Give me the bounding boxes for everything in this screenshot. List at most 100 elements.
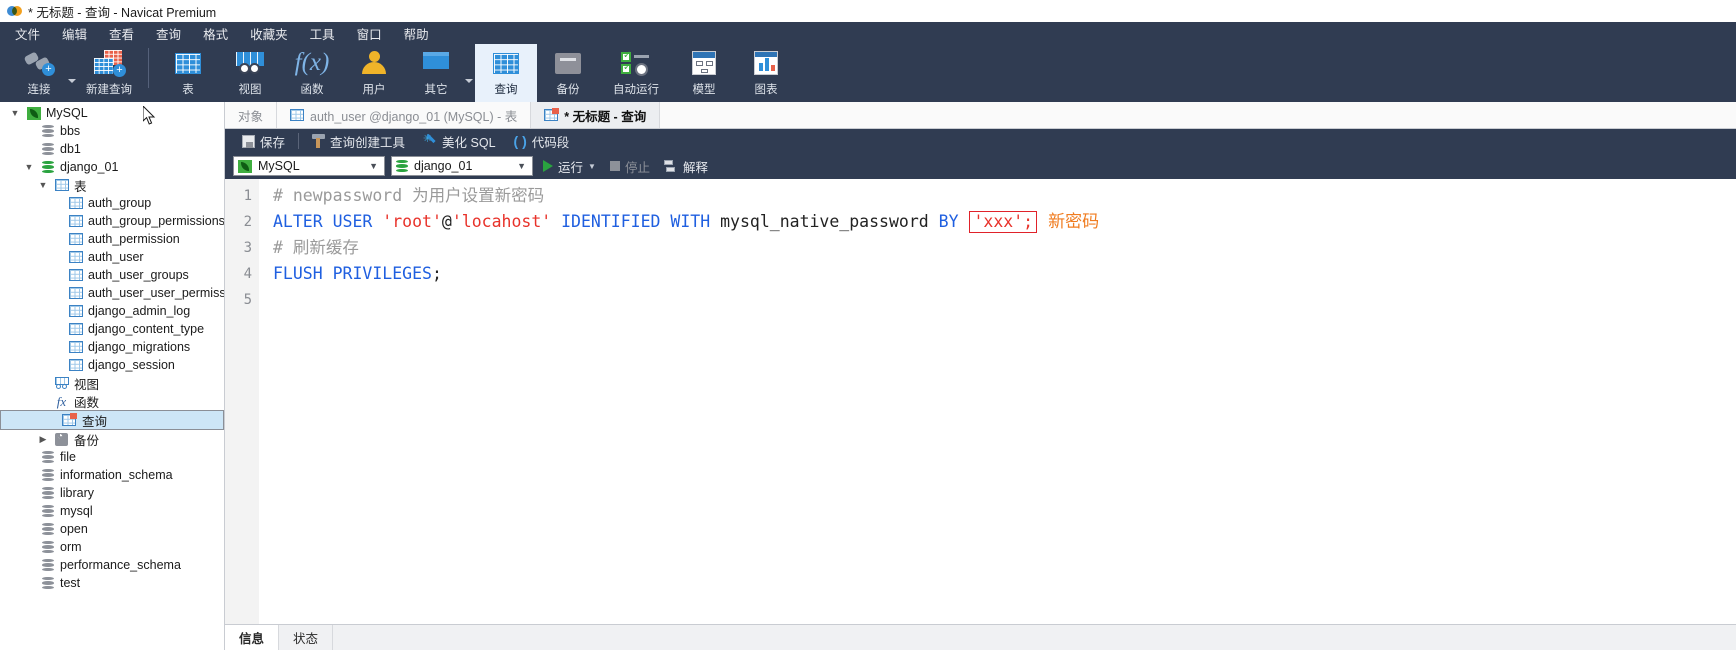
connection-tree-sidebar[interactable]: ▼ MySQL bbs db1 ▼ django_01 ▼ 表 auth_group auth_g… [0,102,225,650]
save-button[interactable]: 保存 [233,129,294,153]
tree-item-mysql[interactable]: ▼ MySQL [0,104,224,122]
toolbar-button-other[interactable]: 其它 [405,44,467,102]
tree-item-label: db1 [60,142,81,156]
tree-item-django_admin_log[interactable]: django_admin_log [0,302,224,320]
toolbar-button-connection[interactable]: + 连接 [8,44,70,102]
tree-item-auth_permission[interactable]: auth_permission [0,230,224,248]
menu-item-favorites[interactable]: 收藏夹 [239,22,299,45]
menu-item-edit[interactable]: 编辑 [51,22,98,45]
menu-item-view[interactable]: 查看 [98,22,145,45]
tab-untitled-query[interactable]: * 无标题 - 查询 [531,102,661,128]
tree-item--[interactable]: ▼ 表 [0,176,224,194]
tree-item--[interactable]: fx 函数 [0,392,224,410]
beautify-sql-button[interactable]: ✳ 美化 SQL [414,129,505,153]
tree-toggle[interactable]: ▼ [37,180,49,190]
tree-item-bbs[interactable]: bbs [0,122,224,140]
tree-item--[interactable]: 查询 [0,410,224,430]
snippet-button[interactable]: ( ) 代码段 [505,129,579,153]
menu-item-tools[interactable]: 工具 [299,22,346,45]
chevron-down-icon[interactable]: ▼ [11,108,20,118]
tree-toggle[interactable]: ▼ [9,108,21,118]
tree-item-open[interactable]: open [0,520,224,538]
query-icon [61,413,77,427]
tree-item-information_schema[interactable]: information_schema [0,466,224,484]
table-icon [68,322,83,336]
menu-item-format[interactable]: 格式 [192,22,239,45]
tree-item-mysql[interactable]: mysql [0,502,224,520]
tree-item-django_migrations[interactable]: django_migrations [0,338,224,356]
chevron-down-icon[interactable]: ▼ [25,162,34,172]
explain-button[interactable]: 解释 [660,157,712,176]
code-line[interactable]: # newpassword 为用户设置新密码 [273,183,1736,209]
query-builder-button[interactable]: 查询创建工具 [303,129,414,153]
chevron-right-icon[interactable]: ▶ [40,434,47,444]
database-open-icon [40,160,55,174]
tree-item-auth_user_user_permissions[interactable]: auth_user_user_permissions [0,284,224,302]
toolbar-button-function[interactable]: f(x) 函数 [281,44,343,102]
code-line[interactable]: ALTER USER 'root'@'locahost' IDENTIFIED … [273,209,1736,235]
table-icon [68,250,83,264]
database-select[interactable]: django_01 ▼ [391,156,533,176]
menu-item-file[interactable]: 文件 [4,22,51,45]
toolbar-label-query: 查询 [494,84,518,96]
code-token: # newpassword 为用户设置新密码 [273,186,545,205]
sql-editor[interactable]: 1 2 3 4 5 # newpassword 为用户设置新密码 ALTER USER '… [225,179,1736,624]
sql-code-area[interactable]: # newpassword 为用户设置新密码 ALTER USER 'root'@… [259,179,1736,624]
tree-item-orm[interactable]: orm [0,538,224,556]
tree-toggle[interactable]: ▶ [37,434,49,444]
code-token: @ [441,212,452,231]
tree-item-library[interactable]: library [0,484,224,502]
tree-item--[interactable]: ▶ 备份 [0,430,224,448]
toolbar-button-query[interactable]: 查询 [475,44,537,102]
code-token: 'root' [382,212,442,231]
code-line[interactable]: # 刷新缓存 [273,235,1736,261]
database-icon [40,522,55,536]
bottom-tab-status[interactable]: 状态 [279,625,334,650]
menu-item-query[interactable]: 查询 [145,22,192,45]
toolbar-button-backup[interactable]: 备份 [537,44,599,102]
server-select[interactable]: MySQL ▼ [233,156,385,176]
mysql-leaf-icon [238,159,252,173]
tree-item-django_content_type[interactable]: django_content_type [0,320,224,338]
menu-item-window[interactable]: 窗口 [346,22,393,45]
code-line[interactable] [273,287,1736,313]
tab-auth-user-table[interactable]: auth_user @django_01 (MySQL) - 表 [277,102,532,128]
toolbar-button-chart[interactable]: 图表 [735,44,797,102]
toolbar-button-automation[interactable]: 自动运行 [599,44,673,102]
bottom-tab-info[interactable]: 信息 [225,625,280,650]
tree-item-auth_user_groups[interactable]: auth_user_groups [0,266,224,284]
tree-item-django_session[interactable]: django_session [0,356,224,374]
toolbar-button-view[interactable]: 视图 [219,44,281,102]
tree-item-db1[interactable]: db1 [0,140,224,158]
toolbar-button-table[interactable]: 表 [157,44,219,102]
tree-item-label: auth_group_permissions [88,214,225,228]
tree-item-test[interactable]: test [0,574,224,592]
code-line[interactable]: FLUSH PRIVILEGES; [273,261,1736,287]
tree-item-performance_schema[interactable]: performance_schema [0,556,224,574]
stop-button[interactable]: 停止 [606,157,654,176]
table-icon [68,340,83,354]
menu-item-help[interactable]: 帮助 [393,22,440,45]
tree-item-django_01[interactable]: ▼ django_01 [0,158,224,176]
backup-icon [555,48,581,78]
tree-item-auth_group_permissions[interactable]: auth_group_permissions [0,212,224,230]
toolbar-button-model[interactable]: 模型 [673,44,735,102]
line-number: 1 [243,188,252,204]
run-chevron-down-icon[interactable]: ▼ [588,162,596,171]
toolbar-button-user[interactable]: 用户 [343,44,405,102]
tree-item-auth_group[interactable]: auth_group [0,194,224,212]
tree-toggle[interactable]: ▼ [23,162,35,172]
toolbar-label-view: 视图 [238,84,262,96]
tree-item-file[interactable]: file [0,448,224,466]
query-grid-icon [493,48,519,78]
tree-item--[interactable]: 视图 [0,374,224,392]
chevron-down-icon: ▼ [517,161,526,171]
main-area: ▼ MySQL bbs db1 ▼ django_01 ▼ 表 auth_group auth_g… [0,102,1736,650]
function-fx-icon: f(x) [294,49,330,76]
toolbar-button-new-query[interactable]: + 新建查询 [78,44,140,102]
tree-item-auth_user[interactable]: auth_user [0,248,224,266]
tree-item-label: mysql [60,504,93,518]
tab-objects[interactable]: 对象 [225,102,278,128]
chevron-down-icon[interactable]: ▼ [39,180,48,190]
run-button[interactable]: 运行 ▼ [539,157,600,176]
